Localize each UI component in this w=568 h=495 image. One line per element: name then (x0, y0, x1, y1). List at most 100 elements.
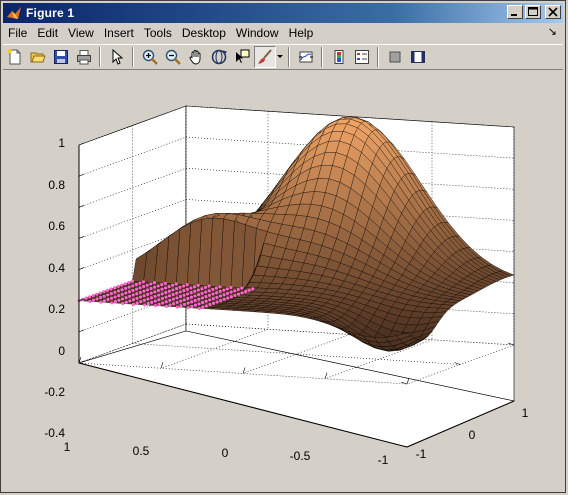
brushed-point (208, 302, 212, 307)
hide-plot-tools-button[interactable] (384, 46, 406, 68)
brushed-point (135, 301, 139, 305)
brushed-point (211, 292, 215, 296)
brushed-point (132, 302, 136, 306)
brushed-point (200, 287, 204, 291)
legend-button[interactable] (351, 46, 373, 68)
brushed-point (247, 288, 251, 292)
new-figure-icon (8, 49, 21, 65)
brushed-point (113, 286, 117, 290)
brushed-point (160, 296, 165, 301)
brushed-point (182, 284, 186, 288)
brush-button[interactable] (254, 46, 276, 68)
toolbar-separator (377, 47, 379, 67)
brushed-point (200, 296, 204, 300)
brushed-point (142, 294, 146, 298)
rotate-3d-button[interactable] (208, 46, 230, 68)
menu-desktop[interactable]: Desktop (177, 24, 231, 42)
rotate-3d-icon (211, 49, 227, 65)
brushed-point (153, 294, 157, 299)
close-button[interactable] (545, 5, 561, 19)
zoom-in-icon (142, 49, 158, 65)
matlab-logo-icon (6, 5, 22, 21)
menu-file[interactable]: File (3, 24, 32, 42)
legend-icon (355, 50, 369, 64)
y-tick-label: -1 (416, 447, 427, 461)
link-plot-button[interactable] (295, 46, 317, 68)
brushed-point (128, 299, 132, 303)
menu-insert[interactable]: Insert (99, 24, 139, 42)
menu-tools[interactable]: Tools (139, 24, 177, 42)
surface-plot-3d[interactable]: 1 0.8 0.6 0.4 0.2 0 -0.2 -0.4 1 0.5 0 -0… (3, 71, 563, 490)
menu-window[interactable]: Window (231, 24, 284, 42)
brush-dropdown-arrow[interactable] (276, 46, 284, 68)
maximize-button[interactable] (525, 5, 541, 19)
show-plot-tools-button[interactable] (407, 46, 429, 68)
brushed-point (110, 301, 114, 305)
figure-toolbar (3, 44, 563, 70)
colorbar-icon (334, 50, 344, 64)
brushed-point (236, 292, 241, 296)
minimize-button[interactable] (507, 5, 523, 19)
edit-plot-button[interactable] (106, 46, 128, 68)
edit-plot-arrow-icon (112, 49, 124, 65)
brushed-point (153, 290, 157, 294)
brushed-point (150, 300, 154, 304)
chevron-down-icon (277, 55, 283, 58)
colorbar-button[interactable] (328, 46, 350, 68)
pan-button[interactable] (185, 46, 207, 68)
menu-view[interactable]: View (63, 24, 99, 42)
brushed-point (172, 302, 176, 306)
brushed-point (233, 293, 237, 298)
brushed-point (149, 286, 153, 291)
toolbar-separator (321, 47, 323, 67)
menu-help[interactable]: Help (284, 24, 319, 42)
brushed-point (229, 295, 233, 299)
brushed-point (201, 305, 205, 309)
brushed-point (189, 291, 193, 295)
menu-edit[interactable]: Edit (32, 24, 63, 42)
brushed-point (153, 304, 158, 308)
brushed-point (178, 294, 183, 299)
new-figure-button[interactable] (4, 46, 26, 68)
brushed-point (156, 288, 160, 293)
brushed-point (225, 291, 230, 296)
brushed-point (134, 282, 138, 287)
brushed-point (131, 288, 135, 293)
brushed-point (182, 298, 186, 302)
brushed-point (185, 287, 189, 291)
brushed-point (138, 281, 142, 285)
brushed-point (160, 287, 164, 291)
brushed-point (84, 296, 88, 300)
brushed-point (190, 300, 194, 304)
dock-arrow-icon[interactable]: ↘ (548, 25, 557, 38)
zoom-in-button[interactable] (139, 46, 161, 68)
brushed-point (222, 293, 226, 297)
brushed-point (208, 298, 212, 302)
title-bar[interactable]: Figure 1 (3, 3, 563, 23)
save-button[interactable] (50, 46, 72, 68)
brushed-point (116, 284, 120, 289)
print-button[interactable] (73, 46, 95, 68)
open-file-button[interactable] (27, 46, 49, 68)
brushed-point (102, 294, 106, 298)
menu-bar: File Edit View Insert Tools Desktop Wind… (3, 23, 563, 43)
brushed-point (161, 301, 165, 305)
brushed-point (240, 291, 244, 295)
brushed-point (138, 295, 143, 299)
brushed-point (99, 295, 103, 300)
close-icon (548, 7, 558, 17)
brushed-point (178, 285, 182, 289)
brushed-point (171, 283, 175, 287)
brushed-point (146, 292, 150, 297)
brushed-point (218, 289, 222, 294)
data-cursor-button[interactable] (231, 46, 253, 68)
brushed-point (189, 286, 193, 290)
brushed-point (197, 297, 201, 301)
window-title: Figure 1 (26, 6, 75, 20)
brushed-point (153, 299, 157, 303)
brushed-point (174, 282, 178, 286)
zoom-out-button[interactable] (162, 46, 184, 68)
brushed-point (192, 285, 197, 289)
brushed-point (91, 298, 96, 302)
brushed-point (215, 295, 219, 299)
